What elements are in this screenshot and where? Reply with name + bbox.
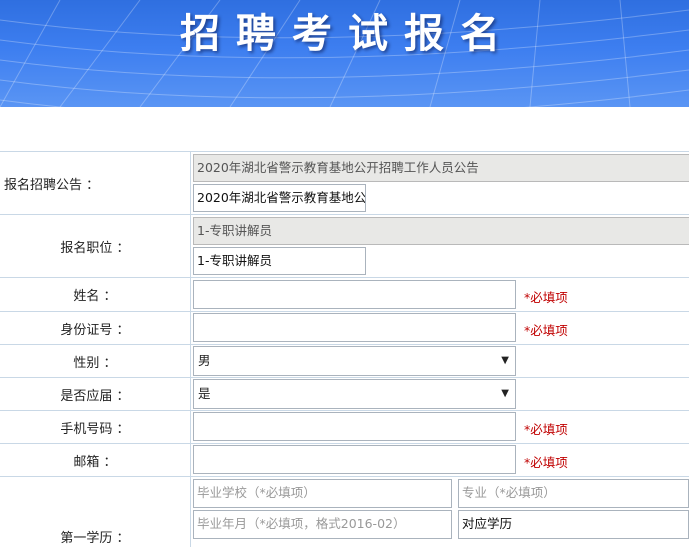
position-select[interactable]: 1-专职讲解员	[193, 247, 366, 275]
gender-select[interactable]: 男 ▼	[193, 346, 516, 376]
chevron-down-icon: ▼	[501, 355, 509, 366]
registration-form: 报名招聘公告 ： 2020年湖北省警示教育基地公开招聘工作人员公告 2020年湖…	[0, 151, 689, 547]
phone-row: 手机号码 ： *必填项	[0, 411, 689, 444]
fresh-graduate-label: 是否应届 ：	[60, 388, 130, 404]
email-required-note: *必填项	[524, 455, 568, 470]
announcement-select[interactable]: 2020年湖北省警示教育基地公开招聘工作人员公告	[193, 184, 366, 212]
phone-required-note: *必填项	[524, 422, 568, 437]
header-banner: 招聘考试报名	[0, 0, 689, 107]
gender-label: 性别 ：	[73, 355, 117, 371]
position-label: 报名职位 ：	[60, 240, 130, 256]
education-label: 第一学历 ：	[60, 531, 130, 546]
degree-select[interactable]: 对应学历	[458, 510, 689, 539]
email-row: 邮箱 ： *必填项	[0, 444, 689, 477]
position-row: 报名职位 ： 1-专职讲解员 1-专职讲解员	[0, 215, 689, 278]
announcement-display: 2020年湖北省警示教育基地公开招聘工作人员公告	[193, 154, 689, 182]
id-number-row: 身份证号 ： *必填项	[0, 312, 689, 345]
phone-input[interactable]	[193, 412, 516, 441]
gender-row: 性别 ： 男 ▼	[0, 345, 689, 378]
email-label: 邮箱 ：	[73, 454, 117, 470]
gender-selected-value: 男	[198, 353, 211, 368]
graduation-date-input[interactable]: 毕业年月（*必填项，格式2016-02）	[193, 510, 452, 539]
phone-label: 手机号码 ：	[60, 421, 130, 437]
id-number-input[interactable]	[193, 313, 516, 342]
fresh-graduate-row: 是否应届 ： 是 ▼	[0, 378, 689, 411]
name-label: 姓名 ：	[73, 289, 117, 304]
name-required-note: *必填项	[524, 290, 568, 305]
major-input[interactable]: 专业（*必填项）	[458, 479, 689, 508]
email-input[interactable]	[193, 445, 516, 474]
page-title: 招聘考试报名	[180, 11, 516, 57]
fresh-graduate-select[interactable]: 是 ▼	[193, 379, 516, 409]
school-input[interactable]: 毕业学校（*必填项）	[193, 479, 452, 508]
announcement-row: 报名招聘公告 ： 2020年湖北省警示教育基地公开招聘工作人员公告 2020年湖…	[0, 152, 689, 215]
name-row: 姓名 ： *必填项	[0, 278, 689, 312]
id-number-required-note: *必填项	[524, 323, 568, 338]
fresh-graduate-selected-value: 是	[198, 386, 211, 401]
announcement-label: 报名招聘公告 ：	[4, 177, 100, 193]
position-display: 1-专职讲解员	[193, 217, 689, 245]
id-number-label: 身份证号 ：	[60, 322, 130, 338]
chevron-down-icon: ▼	[501, 388, 509, 399]
name-input[interactable]	[193, 280, 516, 309]
